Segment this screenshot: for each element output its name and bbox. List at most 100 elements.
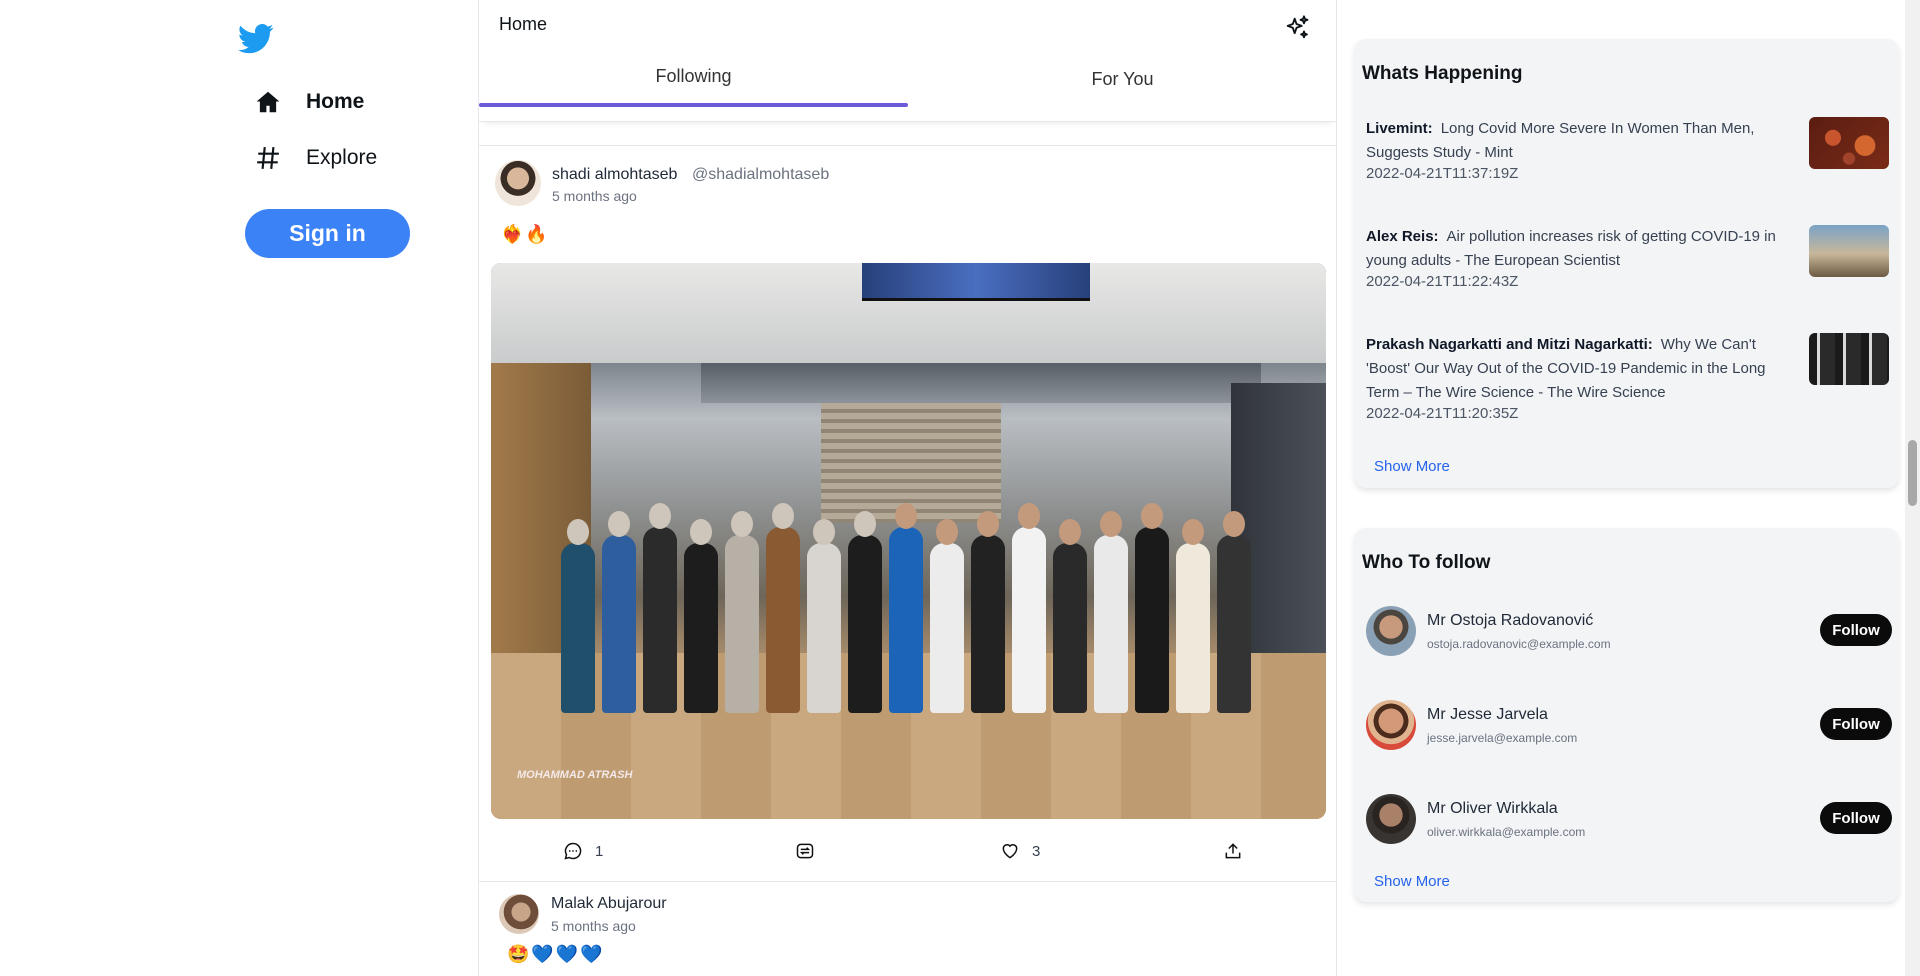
feed-header: Home Following For You (479, 0, 1336, 122)
photo-person (561, 543, 595, 713)
sign-in-button[interactable]: Sign in (245, 209, 410, 258)
who-to-follow-panel: Who To follow Mr Ostoja Radovanović osto… (1354, 528, 1899, 902)
follow-button[interactable]: Follow (1820, 614, 1892, 646)
share-button[interactable] (1223, 836, 1243, 866)
news-date: 2022-04-21T11:20:35Z (1366, 405, 1519, 422)
photo-person (766, 527, 800, 713)
tweet-text: 🤩💙💙💙 (507, 944, 605, 964)
photo-person-head (608, 511, 630, 537)
like-button[interactable]: 3 (1000, 836, 1040, 866)
photo-person-head (1059, 519, 1081, 545)
tweet-image[interactable]: MOHAMMAD ATRASH (491, 263, 1326, 819)
follow-suggestion[interactable]: Mr Jesse Jarvela jesse.jarvela@example.c… (1366, 698, 1896, 754)
photo-person (848, 535, 882, 713)
follow-email: ostoja.radovanovic@example.com (1427, 637, 1611, 651)
show-more-link[interactable]: Show More (1374, 873, 1450, 890)
photo-person (725, 535, 759, 713)
news-thumbnail[interactable] (1809, 225, 1889, 277)
tweet-author-handle[interactable]: @shadialmohtaseb (692, 166, 829, 184)
avatar[interactable] (499, 894, 539, 934)
photo-person (1053, 543, 1087, 713)
photo-person-head (977, 511, 999, 537)
avatar[interactable] (1366, 700, 1416, 750)
hashtag-icon (254, 144, 282, 172)
tab-for-you[interactable]: For You (908, 69, 1336, 90)
photo-person-head (1223, 511, 1245, 537)
tweet-text: ❤️‍🔥🔥 (501, 224, 550, 244)
avatar[interactable] (1366, 794, 1416, 844)
follow-email: jesse.jarvela@example.com (1427, 731, 1578, 745)
avatar[interactable] (1366, 606, 1416, 656)
follow-name[interactable]: Mr Ostoja Radovanović (1427, 612, 1593, 630)
photo-person-head (1018, 503, 1040, 529)
photo-person-head (649, 503, 671, 529)
avatar[interactable] (495, 160, 541, 206)
page-title: Home (499, 14, 548, 34)
main-feed: Home Following For You shadi almohtaseb … (478, 0, 1337, 976)
whats-happening-panel: Whats Happening Livemint: Long Covid More… (1354, 39, 1899, 488)
retweet-icon (796, 843, 814, 859)
news-thumbnail[interactable] (1809, 333, 1889, 385)
follow-button[interactable]: Follow (1820, 708, 1892, 740)
news-thumbnail[interactable] (1809, 117, 1889, 169)
reply-count: 1 (595, 842, 604, 860)
page-scrollbar[interactable] (1905, 0, 1920, 976)
tweet-actions: 1 3 (479, 836, 1336, 866)
panel-title: Who To follow (1362, 552, 1491, 573)
news-date: 2022-04-21T11:22:43Z (1366, 273, 1519, 290)
photo-balcony (701, 363, 1261, 403)
tweet-author-name[interactable]: shadi almohtaseb (552, 166, 677, 184)
sparkle-icon[interactable] (1283, 14, 1311, 42)
follow-email: oliver.wirkkala@example.com (1427, 825, 1586, 839)
photo-person (930, 543, 964, 713)
follow-name[interactable]: Mr Jesse Jarvela (1427, 706, 1548, 724)
left-sidebar: Home Explore Sign in (0, 0, 478, 976)
photo-person-head (813, 519, 835, 545)
follow-suggestion[interactable]: Mr Ostoja Radovanović ostoja.radovanovic… (1366, 604, 1896, 660)
sidebar-item-label: Explore (306, 146, 378, 169)
news-item[interactable]: Prakash Nagarkatti and Mitzi Nagarkatti:… (1366, 333, 1896, 433)
tweet[interactable]: shadi almohtaseb @shadialmohtaseb 5 mont… (479, 145, 1336, 882)
photo-person-head (731, 511, 753, 537)
tweet-timestamp: 5 months ago (552, 188, 637, 204)
photo-person-head (1100, 511, 1122, 537)
news-item[interactable]: Livemint: Long Covid More Severe In Women… (1366, 117, 1896, 197)
photo-person (1135, 527, 1169, 713)
heart-icon (1002, 844, 1018, 859)
news-item[interactable]: Alex Reis: Air pollution increases risk o… (1366, 225, 1896, 305)
photo-person-head (567, 519, 589, 545)
photo-person (807, 543, 841, 713)
tweet[interactable]: Malak Abujarour 5 months ago 🤩💙💙💙 (479, 882, 1336, 976)
photo-person (1094, 535, 1128, 713)
retweet-button[interactable] (795, 836, 815, 866)
news-source: Prakash Nagarkatti and Mitzi Nagarkatti: (1366, 336, 1653, 353)
panel-title: Whats Happening (1362, 63, 1523, 84)
tab-following[interactable]: Following (479, 66, 908, 87)
scrollbar-thumb[interactable] (1908, 440, 1917, 506)
tweet-author-name[interactable]: Malak Abujarour (551, 895, 667, 913)
photo-person (684, 543, 718, 713)
photo-person-head (772, 503, 794, 529)
right-sidebar: Whats Happening Livemint: Long Covid More… (1337, 0, 1920, 976)
photo-person-head (1141, 503, 1163, 529)
photo-person (1012, 527, 1046, 713)
follow-suggestion[interactable]: Mr Oliver Wirkkala oliver.wirkkala@examp… (1366, 792, 1896, 848)
follow-name[interactable]: Mr Oliver Wirkkala (1427, 800, 1558, 818)
follow-button[interactable]: Follow (1820, 802, 1892, 834)
photo-person-head (1182, 519, 1204, 545)
sidebar-item-home[interactable]: Home (254, 82, 364, 122)
photo-person (602, 535, 636, 713)
photo-person (1176, 543, 1210, 713)
news-date: 2022-04-21T11:37:19Z (1366, 165, 1519, 182)
reply-button[interactable]: 1 (563, 836, 603, 866)
news-source: Alex Reis: (1366, 228, 1439, 245)
show-more-link[interactable]: Show More (1374, 458, 1450, 475)
photo-person-head (936, 519, 958, 545)
tweet-timestamp: 5 months ago (551, 918, 636, 934)
photo-group-of-people (561, 463, 1281, 713)
sidebar-item-explore[interactable]: Explore (254, 138, 377, 178)
news-source: Livemint: (1366, 120, 1433, 137)
photo-watermark: MOHAMMAD ATRASH (517, 769, 633, 781)
twitter-bird-icon[interactable] (238, 20, 274, 56)
photo-person-head (690, 519, 712, 545)
